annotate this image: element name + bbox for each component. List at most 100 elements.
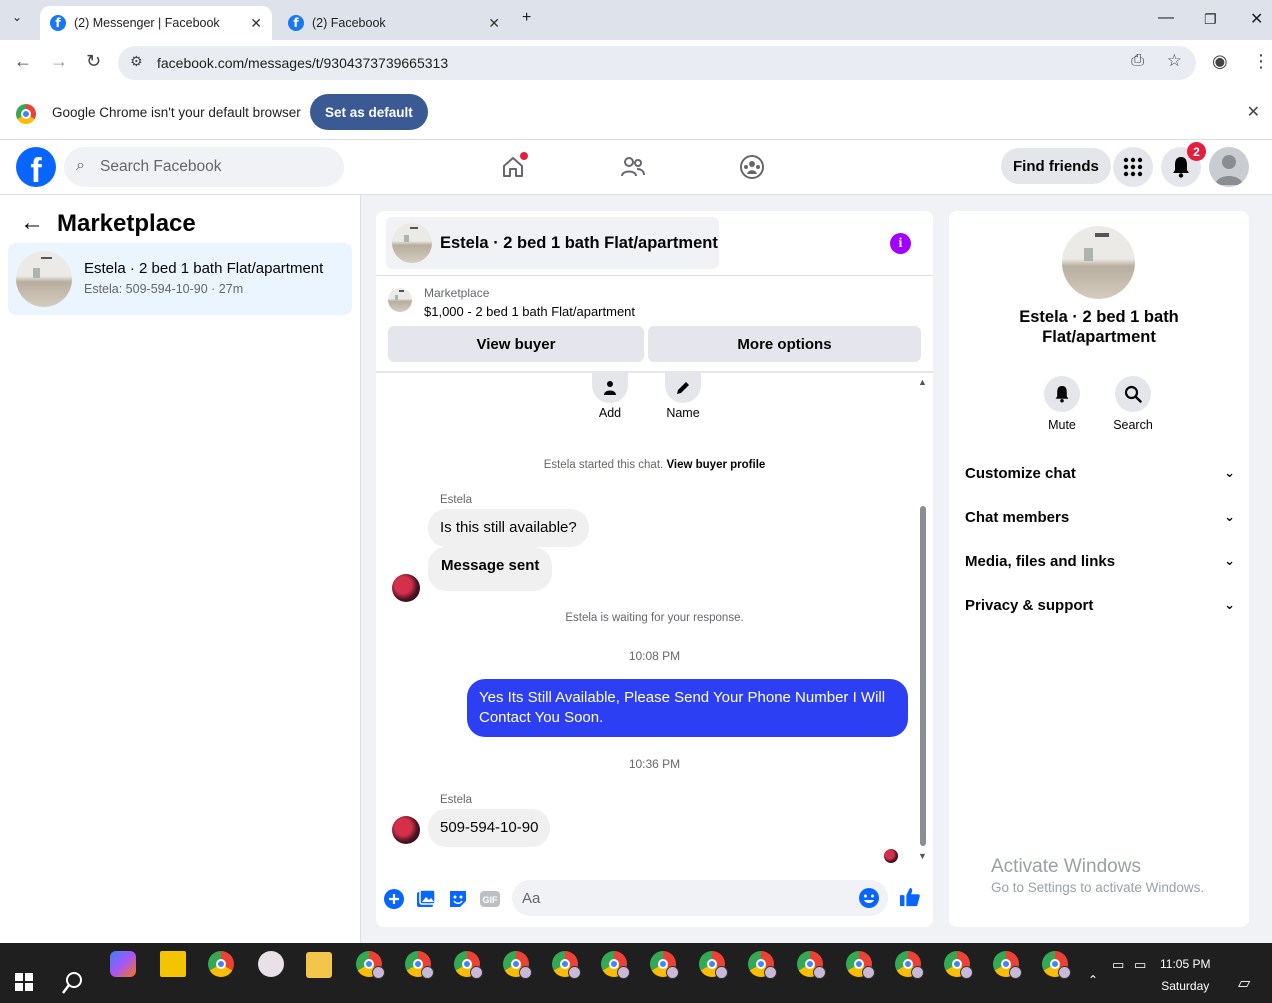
back-icon[interactable]: ← <box>14 51 32 72</box>
incoming-message[interactable]: Message sent <box>428 547 553 591</box>
search-label: Search <box>1113 418 1153 432</box>
chrome-profile-icon[interactable] <box>797 951 826 979</box>
view-buyer-profile-link[interactable]: View buyer profile <box>666 459 765 471</box>
close-tab-icon[interactable]: ✕ <box>250 15 262 32</box>
find-friends-button[interactable]: Find friends <box>1001 148 1111 184</box>
reload-icon[interactable]: ↻ <box>86 51 101 72</box>
name-action[interactable]: Name <box>653 373 713 420</box>
network-icon[interactable]: ▭ <box>1112 957 1124 973</box>
chrome-profile-icon[interactable] <box>356 951 385 979</box>
new-tab-icon[interactable]: + <box>522 9 531 27</box>
chat-members-section[interactable]: Chat members ⌄ <box>965 506 1235 528</box>
menu-grid-icon[interactable] <box>1113 147 1153 187</box>
sender-avatar[interactable] <box>392 816 420 844</box>
message-input-box[interactable] <box>512 880 888 916</box>
search-action[interactable]: Search <box>1103 376 1163 432</box>
chevron-down-icon: ⌄ <box>1224 553 1235 568</box>
photo-icon[interactable] <box>415 888 437 910</box>
home-icon[interactable] <box>498 152 528 182</box>
address-bar[interactable]: ⚙ facebook.com/messages/t/93043737396653… <box>118 46 1196 80</box>
bookmark-star-icon[interactable]: ☆ <box>1167 51 1182 71</box>
chrome-profile-icon[interactable] <box>1042 951 1071 979</box>
media-files-links-section[interactable]: Media, files and links ⌄ <box>965 550 1235 572</box>
chrome-profile-icon[interactable] <box>993 951 1022 979</box>
chrome-profile-icon[interactable] <box>601 951 630 979</box>
section-label: Chat members <box>965 508 1070 526</box>
copilot-icon[interactable] <box>110 951 136 977</box>
groups-icon[interactable] <box>737 152 767 182</box>
chrome-taskbar-icon[interactable] <box>208 951 234 977</box>
tray-chevron-icon[interactable]: ⌃ <box>1088 973 1098 987</box>
profile-icon[interactable]: ◉ <box>1212 51 1228 72</box>
windows-start-icon[interactable] <box>15 973 33 996</box>
chat-header-title-button[interactable]: Estela · 2 bed 1 bath Flat/apartment <box>386 217 719 269</box>
sticker-icon[interactable] <box>447 888 469 910</box>
sender-avatar[interactable] <box>392 574 420 602</box>
conversation-preview: Estela: 509-594-10-90 · 27m <box>84 282 244 296</box>
bell-icon <box>1044 376 1080 412</box>
clock-day: Saturday <box>1161 979 1210 993</box>
minimize-icon[interactable]: — <box>1158 9 1174 27</box>
scroll-up-icon[interactable]: ▲ <box>918 377 927 387</box>
scroll-down-icon[interactable]: ▼ <box>918 851 927 861</box>
thread-scrollbar[interactable]: ▲ ▼ <box>918 377 928 861</box>
tab-facebook[interactable]: f (2) Facebook ✕ <box>278 6 510 40</box>
set-as-default-button[interactable]: Set as default <box>310 94 428 130</box>
file-explorer-icon[interactable] <box>306 952 332 978</box>
chrome-profile-icon[interactable] <box>944 951 973 979</box>
gif-icon[interactable]: GIF <box>479 888 501 910</box>
privacy-support-section[interactable]: Privacy & support ⌄ <box>965 594 1235 616</box>
mute-action[interactable]: Mute <box>1032 376 1092 432</box>
chrome-profile-icon[interactable] <box>552 951 581 979</box>
chrome-profile-icon[interactable] <box>846 951 875 979</box>
tab-messenger[interactable]: f (2) Messenger | Facebook ✕ <box>40 6 272 40</box>
info-icon[interactable]: i <box>890 233 911 254</box>
thumbs-up-icon[interactable] <box>899 886 921 908</box>
site-settings-icon[interactable]: ⚙ <box>130 53 143 70</box>
chrome-profile-icon[interactable] <box>503 951 532 979</box>
incoming-message[interactable]: Is this still available? <box>428 509 589 547</box>
chrome-profile-icon[interactable] <box>895 951 924 979</box>
tab-search-icon[interactable]: ⌄ <box>12 10 22 24</box>
details-title: Estela · 2 bed 1 bath Flat/apartment <box>949 307 1249 347</box>
chrome-profile-icon[interactable] <box>405 951 434 979</box>
emoji-icon[interactable] <box>858 887 880 914</box>
back-arrow-icon[interactable]: ← <box>20 209 44 237</box>
sticky-notes-icon[interactable] <box>160 951 186 977</box>
windows-taskbar: ⌃ ▭ ▭ 11:05 PM Saturday ▱ <box>0 943 1272 1003</box>
close-tab-icon[interactable]: ✕ <box>488 15 500 32</box>
friends-icon[interactable] <box>618 152 648 182</box>
add-action[interactable]: Add <box>580 373 640 420</box>
facebook-logo-icon[interactable]: f <box>16 147 56 187</box>
display-icon[interactable]: ▭ <box>1134 957 1146 973</box>
notification-center-icon[interactable]: ▱ <box>1238 973 1250 993</box>
incoming-message[interactable]: 509-594-10-90 <box>428 809 551 847</box>
menu-kebab-icon[interactable]: ⋮ <box>1252 51 1270 72</box>
activate-windows-watermark: Activate Windows Go to Settings to activ… <box>991 856 1204 895</box>
forward-icon[interactable]: → <box>50 51 68 72</box>
restore-icon[interactable]: ❐ <box>1204 11 1217 28</box>
close-window-icon[interactable]: ✕ <box>1250 9 1263 29</box>
view-buyer-button[interactable]: View buyer <box>388 326 644 362</box>
more-options-button[interactable]: More options <box>648 326 921 362</box>
install-app-icon[interactable]: ⎙ <box>1131 52 1144 70</box>
svg-text:GIF: GIF <box>483 895 499 905</box>
chrome-profile-icon[interactable] <box>650 951 679 979</box>
scrollbar-thumb[interactable] <box>920 506 926 846</box>
search-facebook[interactable]: ⌕ Search Facebook <box>64 147 344 187</box>
message-input[interactable] <box>522 880 842 916</box>
chrome-profile-icon[interactable] <box>454 951 483 979</box>
chrome-profile-icon[interactable] <box>748 951 777 979</box>
chrome-profile-icon[interactable] <box>699 951 728 979</box>
infobar-message: Google Chrome isn't your default browser <box>52 105 301 120</box>
account-avatar[interactable] <box>1209 147 1249 187</box>
outgoing-message[interactable]: Yes Its Still Available, Please Send You… <box>467 679 908 737</box>
listing-thumbnail <box>16 251 72 307</box>
taskbar-search-icon[interactable] <box>62 971 84 1000</box>
customize-chat-section[interactable]: Customize chat ⌄ <box>965 462 1235 484</box>
plus-icon[interactable] <box>383 888 405 910</box>
taskbar-clock[interactable]: 11:05 PM Saturday <box>1160 953 1210 997</box>
conversation-list-item[interactable]: Estela · 2 bed 1 bath Flat/apartment Est… <box>8 243 352 315</box>
snipping-tool-icon[interactable] <box>258 951 284 977</box>
close-infobar-icon[interactable]: ✕ <box>1247 102 1260 122</box>
